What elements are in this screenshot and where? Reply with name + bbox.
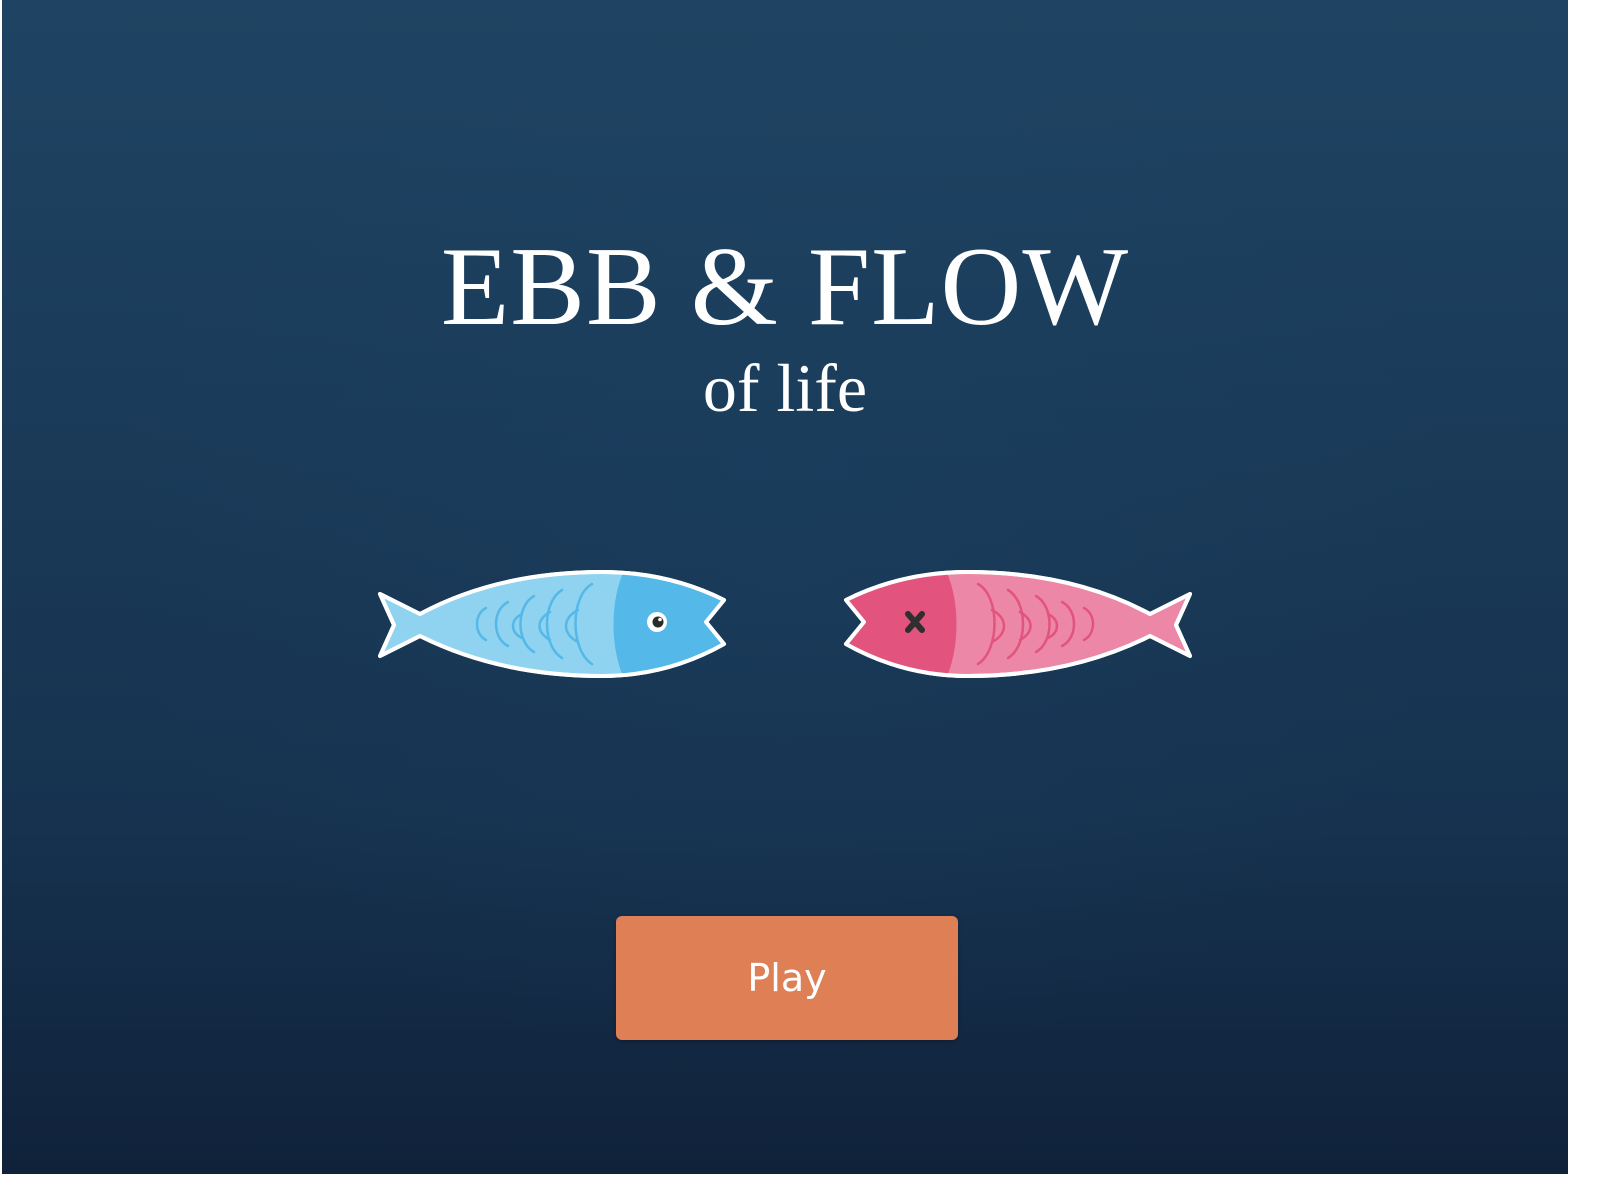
blue-fish [378, 570, 726, 678]
pink-fish-scales [976, 582, 1095, 666]
eye-icon [647, 612, 667, 632]
pink-fish [844, 570, 1192, 678]
x-eye-icon [905, 611, 925, 633]
game-subtitle: of life [702, 350, 868, 426]
title-screen: EBB & FLOW of life Play [2, 0, 1568, 1174]
game-title: EBB & FLOW [440, 225, 1130, 349]
play-button[interactable]: Play [616, 916, 958, 1040]
blue-fish-scales [475, 582, 594, 666]
